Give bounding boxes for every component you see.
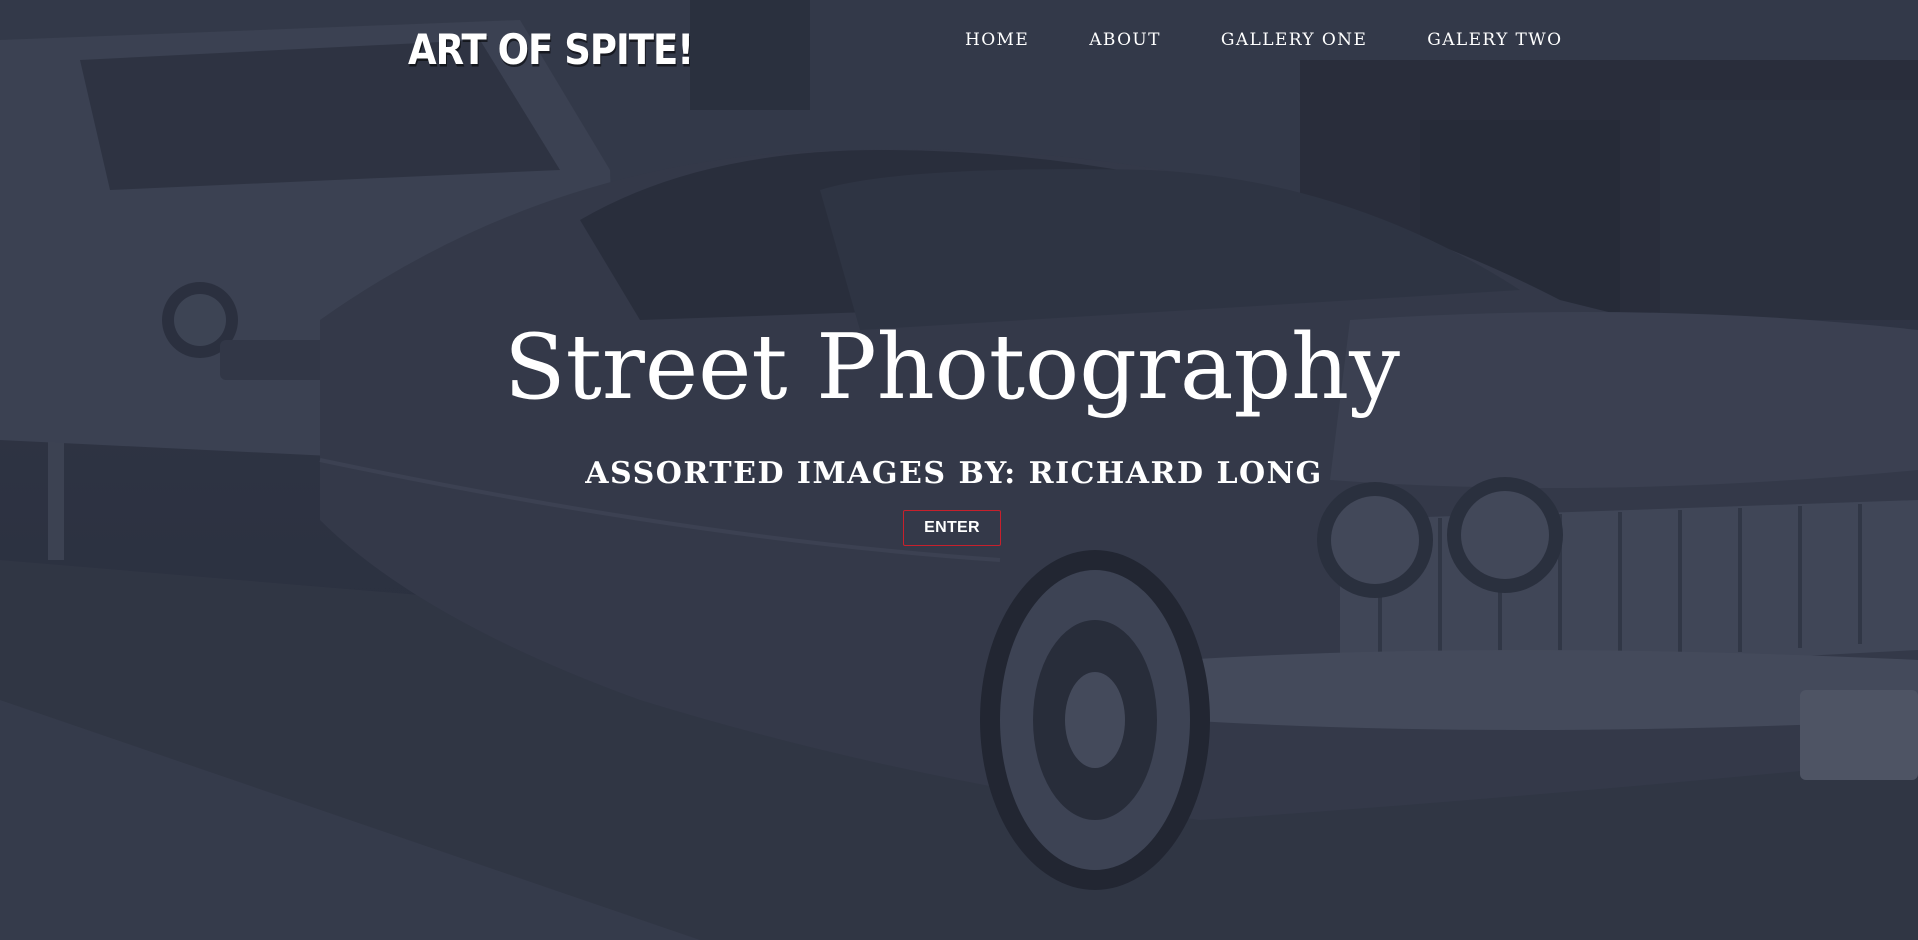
nav-item-gallery-two: GALERY TWO (1397, 30, 1592, 50)
hero-section: ART OF SPITE! HOME ABOUT GALLERY ONE GAL… (0, 0, 1918, 940)
hero-title: Street Photography (504, 315, 1400, 420)
nav-link-home[interactable]: HOME (965, 30, 1059, 50)
site-logo[interactable]: ART OF SPITE! (408, 26, 694, 74)
nav-item-gallery-one: GALLERY ONE (1191, 30, 1397, 50)
nav-item-home: HOME (965, 30, 1059, 50)
hero-subtitle: ASSORTED IMAGES BY: RICHARD LONG (585, 456, 1323, 491)
main-nav: HOME ABOUT GALLERY ONE GALERY TWO (965, 30, 1592, 50)
enter-button[interactable]: ENTER (903, 510, 1001, 546)
nav-link-gallery-two[interactable]: GALERY TWO (1397, 30, 1592, 50)
nav-link-gallery-one[interactable]: GALLERY ONE (1191, 30, 1397, 50)
nav-link-about[interactable]: ABOUT (1059, 30, 1191, 50)
nav-item-about: ABOUT (1059, 30, 1191, 50)
